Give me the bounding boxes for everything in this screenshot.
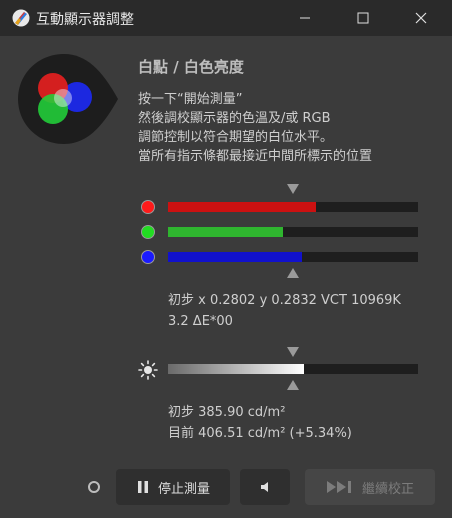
maximize-button[interactable] [334,0,392,36]
red-level-bar [168,202,418,212]
instruction-line: 調節控制以符合期望的白位水平。 [138,130,334,145]
instruction-line: 按一下“開始測量” [138,92,243,107]
rgb-target-marker-bottom [287,268,299,278]
instruction-line: 然後調校顯示器的色溫及/或 RGB [138,111,331,126]
main-panel: 白點 / 白色亮度 按一下“開始測量” 然後調校顯示器的色溫及/或 RGB 調節… [0,36,452,518]
sun-icon [138,360,158,380]
title-bar: 互動顯示器調整 [0,0,452,36]
brightness-target-marker-top [287,347,299,357]
window-title: 互動顯示器調整 [36,12,134,28]
green-level-fill [168,227,283,237]
instructions: 按一下“開始測量” 然後調校顯示器的色溫及/或 RGB 調節控制以符合期望的白位… [138,90,372,166]
section-heading: 白點 / 白色亮度 [138,58,244,76]
rgb-target-marker-top [287,184,299,194]
delta-e-reading: 3.2 ΔE*00 [168,314,233,329]
red-level-fill [168,202,316,212]
minimize-icon [300,17,310,19]
continue-calibration-button[interactable]: 繼續校正 [305,469,435,505]
speaker-icon [261,482,268,492]
instruction-line: 當所有指示條都最接近中間所標示的位置 [138,149,373,164]
initial-luminance-reading: 初步 385.90 cd/m² [168,405,286,420]
red-indicator-dot [141,200,155,214]
close-button[interactable] [392,0,450,36]
continue-calibration-label: 繼續校正 [361,481,414,497]
sound-button[interactable] [240,469,290,505]
pause-icon [137,481,148,493]
brightness-level-fill [168,364,305,374]
stop-measurement-label: 停止測量 [157,481,210,497]
blue-indicator-dot [141,250,155,264]
brightness-target-marker-bottom [287,380,299,390]
stop-measurement-button[interactable]: 停止測量 [116,469,230,505]
green-level-bar [168,227,418,237]
blue-level-fill [168,252,302,262]
brightness-level-bar [168,364,418,374]
initial-chromaticity-reading: 初步 x 0.2802 y 0.2832 VCT 10969K [168,293,401,308]
blue-level-bar [168,252,418,262]
skip-forward-icon [326,481,351,493]
green-indicator-dot [141,225,155,239]
status-ring-icon [88,481,100,493]
minimize-button[interactable] [276,0,334,36]
display-calibration-app-icon [12,9,30,27]
close-icon [415,12,427,24]
current-luminance-reading: 目前 406.51 cd/m² (+5.34%) [168,426,352,441]
maximize-icon [357,12,369,24]
rgb-white-point-illustration-icon [18,54,118,144]
